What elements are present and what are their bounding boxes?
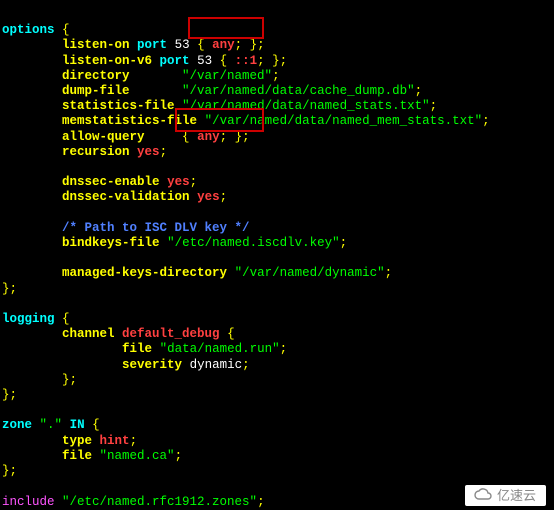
any-token-1: any: [212, 38, 235, 52]
kw-listen-on: listen-on: [62, 38, 130, 52]
comment-dlv: /* Path to ISC DLV key */: [62, 221, 250, 235]
terminal-screen: options { listen-on port 53 { any; }; li…: [0, 0, 554, 510]
cloud-icon: [473, 488, 493, 502]
kw-zone: zone: [2, 418, 32, 432]
watermark-badge: 亿速云: [465, 485, 546, 506]
any-token-2: any: [197, 130, 220, 144]
kw-logging: logging: [2, 312, 55, 326]
include-1: include: [2, 495, 55, 509]
watermark-text: 亿速云: [497, 488, 536, 503]
kw-options: options: [2, 23, 55, 37]
